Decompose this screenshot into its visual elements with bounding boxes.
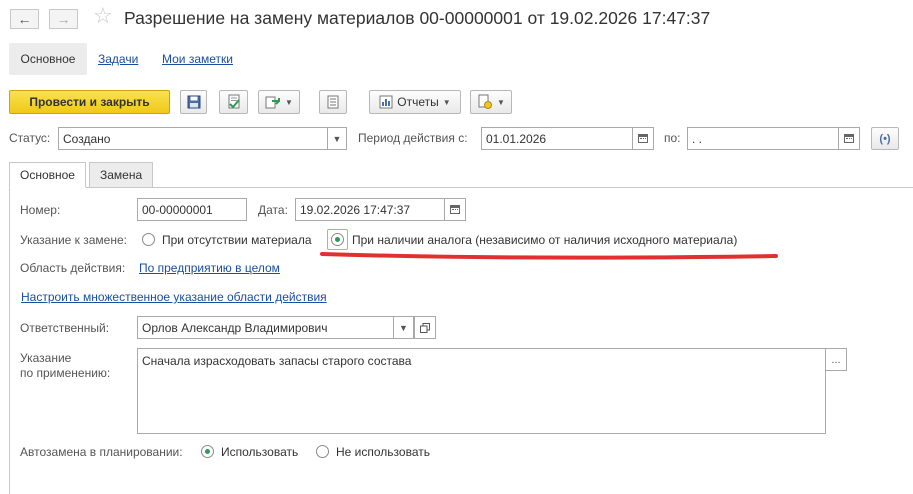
period-select-button[interactable]: (•) <box>871 127 899 150</box>
replace-label: Указание к замене: <box>20 233 127 247</box>
autoreplace-label: Автозамена в планировании: <box>20 445 183 459</box>
number-label: Номер: <box>20 203 61 217</box>
period-from-calendar-button[interactable] <box>632 127 654 150</box>
calendar-icon <box>638 134 648 143</box>
option-analog-label[interactable]: При наличии аналога (независимо от налич… <box>352 233 737 247</box>
date-field[interactable]: 19.02.2026 17:47:37 <box>295 198 445 221</box>
radio-option-absent[interactable] <box>142 233 155 246</box>
section-tasks[interactable]: Задачи <box>98 52 138 66</box>
annotation-underline <box>320 252 778 260</box>
create-based-on-button[interactable]: ▼ <box>258 90 300 114</box>
date-label: Дата: <box>258 203 288 217</box>
number-field[interactable]: 00-00000001 <box>137 198 247 221</box>
period-to-label: по: <box>664 131 681 145</box>
post-and-close-button[interactable]: Провести и закрыть <box>9 90 170 114</box>
usage-textarea[interactable]: Сначала израсходовать запасы старого сос… <box>137 348 826 434</box>
ellipsis-icon: ... <box>831 353 841 366</box>
period-from-label: Период действия с: <box>358 131 468 145</box>
auto-not-use-label[interactable]: Не использовать <box>336 445 430 459</box>
save-button[interactable] <box>180 90 207 114</box>
section-main[interactable]: Основное <box>9 43 87 75</box>
chevron-down-icon: ▼ <box>399 322 408 333</box>
document-settings-icon <box>478 94 493 109</box>
responsible-dropdown-button[interactable]: ▼ <box>393 316 414 339</box>
period-icon: (•) <box>879 132 891 145</box>
option-absent-label[interactable]: При отсутствии материала <box>162 233 312 247</box>
usage-edit-button[interactable]: ... <box>825 348 847 371</box>
chevron-down-icon: ▼ <box>442 97 451 107</box>
arrow-left-icon: ← <box>17 11 32 27</box>
period-to-field[interactable]: . . <box>687 127 839 150</box>
multi-scope-link[interactable]: Настроить множественное указание области… <box>21 290 327 304</box>
chevron-down-icon: ▼ <box>497 97 505 107</box>
open-form-icon <box>420 322 430 333</box>
post-button[interactable] <box>219 90 248 114</box>
chevron-down-icon: ▼ <box>332 133 342 144</box>
period-from-field[interactable]: 01.01.2026 <box>481 127 633 150</box>
star-icon[interactable]: ☆ <box>93 5 113 27</box>
page-title: Разрешение на замену материалов 00-00000… <box>124 8 711 28</box>
tab-panel-border <box>9 187 10 494</box>
calendar-icon <box>844 134 854 143</box>
reports-button[interactable]: Отчеты ▼ <box>369 90 461 114</box>
radio-option-analog[interactable] <box>331 233 344 246</box>
status-dropdown-button[interactable]: ▼ <box>327 127 347 150</box>
scope-link[interactable]: По предприятию в целом <box>139 261 280 275</box>
radio-auto-use[interactable] <box>201 445 214 458</box>
section-notes[interactable]: Мои заметки <box>162 52 233 66</box>
responsible-label: Ответственный: <box>20 321 110 335</box>
create-based-on-icon <box>265 96 281 108</box>
tab-replacement[interactable]: Замена <box>89 162 154 188</box>
status-field[interactable]: Создано <box>58 127 328 150</box>
calendar-icon <box>450 205 460 214</box>
tab-main[interactable]: Основное <box>9 162 86 188</box>
chevron-down-icon: ▼ <box>285 97 293 107</box>
floppy-icon <box>187 95 200 109</box>
back-button[interactable]: ← <box>10 9 39 29</box>
auto-use-label[interactable]: Использовать <box>221 445 298 459</box>
forward-button[interactable]: → <box>49 9 78 29</box>
status-label: Статус: <box>9 131 51 145</box>
scope-label: Область действия: <box>20 261 126 275</box>
responsible-field[interactable]: Орлов Александр Владимирович <box>137 316 394 339</box>
list-icon <box>327 95 339 109</box>
print-menu-button[interactable]: ▼ <box>470 90 512 114</box>
period-to-calendar-button[interactable] <box>838 127 860 150</box>
tab-divider <box>9 187 913 188</box>
reports-label: Отчеты <box>397 95 439 109</box>
arrow-right-icon: → <box>56 11 71 27</box>
report-icon <box>379 95 393 109</box>
radio-auto-not-use[interactable] <box>316 445 329 458</box>
responsible-open-button[interactable] <box>414 316 436 339</box>
post-document-icon <box>228 94 240 109</box>
usage-label-line1: Указание <box>20 351 72 365</box>
date-calendar-button[interactable] <box>444 198 466 221</box>
usage-label-line2: по применению: <box>20 366 111 380</box>
document-structure-button[interactable] <box>319 90 347 114</box>
